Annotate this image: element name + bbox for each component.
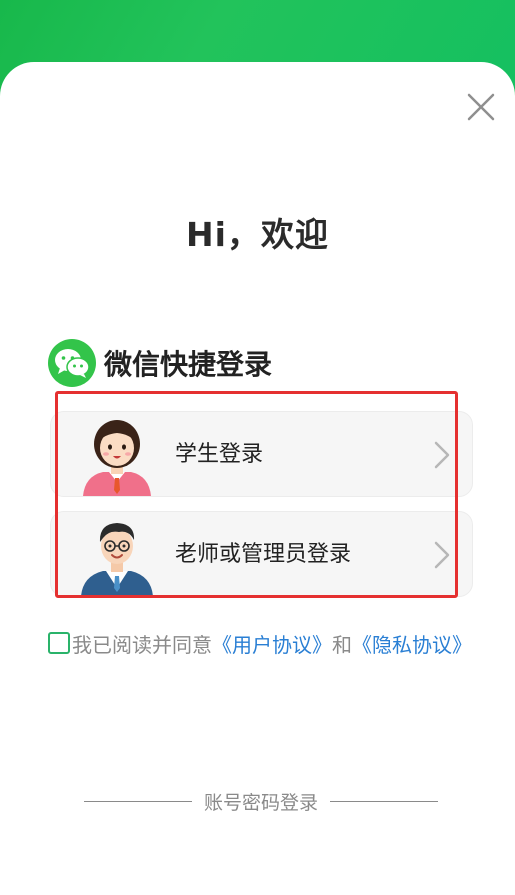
wechat-login-title: 微信快捷登录 <box>104 348 273 381</box>
agreement-and: 和 <box>332 632 352 657</box>
close-button[interactable] <box>464 90 498 124</box>
teacher-admin-login-button[interactable]: 老师或管理员登录 <box>50 511 473 597</box>
student-avatar <box>83 420 151 496</box>
privacy-agreement-link[interactable]: 《隐私协议》 <box>352 629 472 658</box>
chevron-right-icon <box>434 441 450 469</box>
student-login-label: 学生登录 <box>175 442 264 467</box>
account-password-login-link[interactable]: 账号密码登录 <box>192 788 330 815</box>
teacher-admin-login-label: 老师或管理员登录 <box>175 542 352 567</box>
account-login-row: 账号密码登录 <box>84 786 439 816</box>
agreement-checkbox[interactable] <box>48 632 70 654</box>
student-login-button[interactable]: 学生登录 <box>50 411 473 497</box>
page-title: Hi，欢迎 <box>186 215 329 254</box>
divider-right <box>330 800 439 802</box>
agreement-prefix: 我已阅读并同意 <box>72 632 212 657</box>
divider-left <box>84 800 192 802</box>
agreement-row: 我已阅读并同意 《用户协议》 和 《隐私协议》 <box>48 628 472 658</box>
chevron-right-icon <box>434 541 450 569</box>
wechat-icon <box>48 339 96 387</box>
wechat-login-header: 微信快捷登录 <box>48 338 272 388</box>
close-icon <box>467 93 495 121</box>
teacher-avatar <box>81 523 153 596</box>
user-agreement-link[interactable]: 《用户协议》 <box>212 629 332 658</box>
